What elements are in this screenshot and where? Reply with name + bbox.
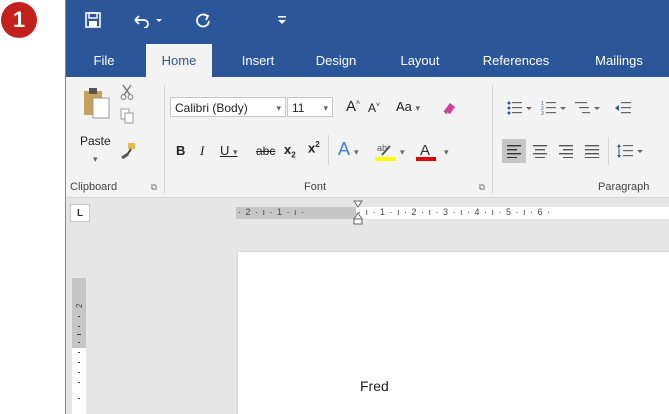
svg-text:A: A — [420, 142, 430, 159]
change-case-button[interactable]: Aa ▾ — [396, 99, 420, 114]
paragraph-divider — [608, 137, 609, 165]
tab-file[interactable]: File — [84, 44, 124, 77]
ribbon-tabs: File Home Insert Design Layout Reference… — [66, 44, 669, 78]
redo-icon[interactable] — [190, 6, 216, 34]
tab-layout[interactable]: Layout — [392, 44, 448, 77]
customize-qat-icon[interactable] — [272, 6, 292, 34]
copy-icon[interactable] — [118, 107, 136, 125]
align-center-button[interactable] — [528, 139, 552, 163]
bold-button[interactable]: B — [176, 143, 185, 158]
align-left-button[interactable] — [502, 139, 526, 163]
word-window: File Home Insert Design Layout Reference… — [65, 0, 669, 414]
paste-label[interactable]: Paste — [80, 134, 111, 148]
font-name-combobox[interactable]: Calibri (Body) ▾ — [170, 97, 286, 117]
subscript-button[interactable]: x2 — [284, 142, 296, 160]
paste-icon[interactable] — [80, 85, 114, 121]
vertical-ruler: 2 — [72, 278, 86, 414]
tab-home[interactable]: Home — [146, 44, 212, 78]
tab-design[interactable]: Design — [308, 44, 364, 77]
font-name-value: Calibri (Body) — [175, 101, 248, 115]
font-color-dropdown-icon[interactable]: ▾ — [444, 147, 449, 158]
ruler-text-area: · ı · 1 · ı · 2 · ı · 3 · ı · 4 · ı · 5 … — [356, 207, 669, 219]
document-page[interactable]: Fred — [238, 252, 669, 414]
ruler-left-margin: · 2 · ı · 1 · ı · — [236, 207, 356, 219]
save-icon[interactable] — [80, 6, 106, 34]
italic-button[interactable]: I — [200, 143, 204, 159]
decrease-indent-button[interactable] — [612, 97, 634, 119]
font-name-dropdown-icon[interactable]: ▾ — [276, 98, 281, 118]
bullets-button[interactable] — [506, 97, 538, 119]
highlight-color-button[interactable]: ab — [370, 139, 400, 163]
text-effects-button[interactable]: A ▾ — [338, 139, 359, 160]
ruler-bar: L · 2 · ı · 1 · ı · · ı · 1 · ı · 2 · ı … — [66, 198, 669, 228]
shrink-font-icon[interactable]: A˅ — [368, 101, 380, 115]
step-number-badge: 1 — [1, 2, 37, 38]
paragraph-group-label: Paragraph — [598, 181, 650, 193]
numbering-button[interactable]: 123 — [540, 97, 572, 119]
grow-font-icon[interactable]: A˄ — [346, 98, 360, 115]
cut-icon[interactable] — [118, 83, 136, 101]
undo-icon[interactable] — [128, 6, 168, 34]
document-text[interactable]: Fred — [360, 378, 389, 394]
tab-mailings[interactable]: Mailings — [586, 44, 652, 77]
justify-button[interactable] — [580, 139, 604, 163]
format-painter-icon[interactable] — [118, 139, 140, 161]
font-color-button[interactable]: A — [412, 139, 440, 163]
highlight-color-dropdown-icon[interactable]: ▾ — [400, 147, 405, 158]
ruler-left-marks: · 2 · ı · 1 · ı · — [238, 207, 306, 217]
font-size-combobox[interactable]: 11 ▾ — [287, 97, 333, 117]
underline-button[interactable]: U ▾ — [220, 143, 238, 158]
multilevel-list-button[interactable] — [574, 97, 606, 119]
change-case-label: Aa — [396, 99, 412, 114]
tab-selector[interactable]: L — [70, 204, 90, 222]
clipboard-launcher-icon[interactable]: ⧉ — [148, 181, 160, 193]
group-divider — [492, 85, 493, 193]
tab-references[interactable]: References — [478, 44, 554, 77]
document-canvas: 2 Fred — [66, 228, 669, 414]
ruler-right-marks: · ı · 1 · ı · 2 · ı · 3 · ı · 4 · ı · 5 … — [358, 207, 552, 217]
clipboard-group-label: Clipboard — [70, 181, 118, 193]
font-size-dropdown-icon[interactable]: ▾ — [323, 98, 328, 118]
strikethrough-button[interactable]: abc — [256, 144, 275, 158]
vertical-ruler-ticks: 2 — [75, 303, 84, 399]
superscript-button[interactable]: x2 — [308, 140, 320, 155]
align-right-button[interactable] — [554, 139, 578, 163]
font-size-value: 11 — [292, 101, 305, 115]
indent-marker-icon[interactable] — [353, 200, 363, 226]
font-launcher-icon[interactable]: ⧉ — [476, 181, 488, 193]
ribbon-home: Paste ▾ Clipboard ⧉ Calibri (Body) ▾ 11 … — [66, 77, 669, 198]
line-spacing-button[interactable] — [614, 139, 648, 163]
paste-dropdown-icon[interactable]: ▾ — [93, 154, 98, 165]
clear-formatting-icon[interactable] — [438, 97, 460, 119]
group-divider — [164, 85, 165, 193]
svg-text:3: 3 — [541, 111, 544, 116]
svg-text:2: 2 — [75, 303, 84, 308]
title-bar — [66, 0, 669, 44]
tab-insert[interactable]: Insert — [234, 44, 282, 77]
font-divider — [328, 135, 329, 165]
font-group-label: Font — [304, 181, 327, 193]
